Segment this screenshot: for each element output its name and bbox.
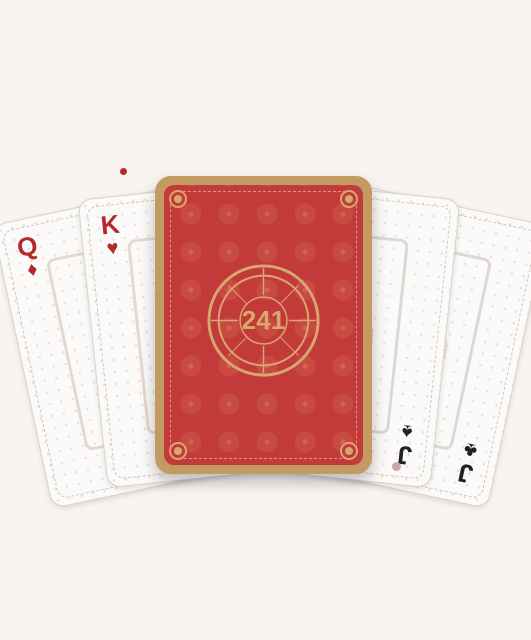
card-rank: K: [99, 208, 122, 241]
card-back-panel: 241: [164, 185, 363, 465]
spade-icon: ♠: [400, 420, 414, 444]
corner-medallion-icon: [340, 442, 358, 460]
card-back-number: 241: [241, 305, 286, 335]
card-index-top: K ♥: [95, 208, 128, 261]
card-back[interactable]: 241: [155, 176, 372, 474]
card-rank: Q: [14, 229, 41, 264]
corner-medallion-icon: [169, 190, 187, 208]
corner-medallion-icon: [340, 190, 358, 208]
card-hand: Q ♦ J ♣ K ♥ J ♠ 241: [0, 0, 531, 640]
corner-medallion-icon: [169, 442, 187, 460]
sparkle-dot: [120, 168, 127, 175]
sparkle-dot: [392, 462, 401, 471]
